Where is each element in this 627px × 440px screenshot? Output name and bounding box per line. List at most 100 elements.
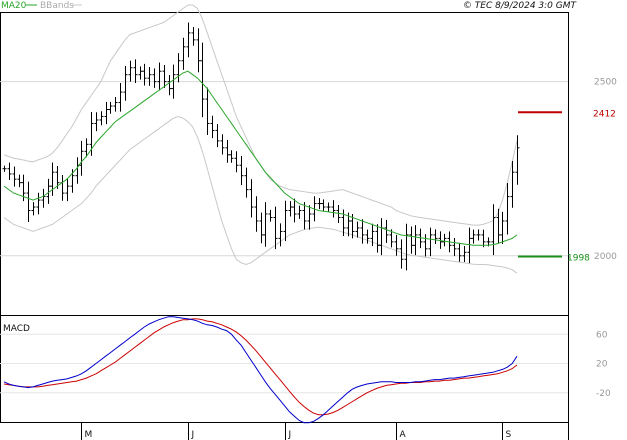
macd-tick-label: -20	[596, 389, 611, 399]
ohlc-bars	[2, 22, 520, 271]
ohlc-bar	[138, 66, 143, 80]
ohlc-bar	[196, 28, 201, 73]
ohlc-bar	[471, 229, 476, 244]
ohlc-bar	[249, 179, 254, 218]
ohlc-bar	[36, 192, 41, 215]
price-panel-border	[0, 12, 569, 316]
macd-lines	[3, 316, 518, 424]
ohlc-bar	[476, 229, 481, 241]
ohlc-bar	[505, 183, 510, 235]
ohlc-bar	[229, 150, 234, 163]
stock-chart: 2412 1998 2500 2000 60 20 -20 M J J A S MA20 BBa…	[0, 1, 617, 440]
price-tick-label: 2500	[594, 78, 617, 88]
ohlc-bar	[152, 68, 157, 88]
macd-signal-series	[3, 318, 518, 416]
ohlc-bar	[186, 22, 191, 58]
ohlc-bar	[254, 196, 259, 232]
ma20-series	[3, 70, 518, 246]
ohlc-bar	[491, 204, 496, 256]
ma20-legend-label: MA20	[1, 1, 27, 11]
ohlc-bar	[26, 181, 31, 223]
ohlc-bar	[7, 162, 12, 181]
ohlc-bar	[394, 234, 399, 256]
ohlc-bar	[239, 155, 244, 186]
ohlc-bar	[452, 238, 457, 257]
ohlc-bar	[409, 226, 414, 254]
ohlc-bar	[399, 239, 404, 269]
price-axis-labels: 2500 2000	[594, 78, 617, 262]
bbands-legend-label: BBands	[40, 1, 74, 11]
ohlc-bar	[118, 83, 123, 112]
ohlc-bar	[317, 197, 322, 210]
ohlc-bar	[481, 229, 486, 248]
ohlc-bar	[2, 165, 7, 172]
ohlc-bar	[128, 60, 133, 82]
macd-panel-border	[0, 315, 569, 423]
ohlc-bar	[457, 242, 462, 262]
ohlc-bar	[297, 205, 302, 219]
ohlc-bar	[273, 206, 278, 250]
ohlc-bar	[94, 112, 99, 132]
ohlc-bar	[423, 234, 428, 257]
support-label: 1998	[567, 253, 590, 263]
macd-tick-label: 20	[596, 360, 608, 370]
month-label: J	[288, 430, 292, 440]
ohlc-bar	[108, 101, 113, 114]
ohlc-bar	[75, 157, 80, 184]
price-gridlines	[0, 81, 568, 257]
ohlc-bar	[428, 227, 433, 257]
ohlc-bar	[220, 134, 225, 155]
ohlc-bar	[65, 178, 70, 202]
ohlc-bar	[321, 199, 326, 212]
ohlc-bar	[234, 151, 239, 173]
ohlc-bar	[79, 140, 84, 176]
ohlc-bar	[104, 101, 109, 125]
ohlc-bar	[462, 246, 467, 263]
ohlc-bar	[307, 205, 312, 230]
month-label: S	[506, 430, 512, 440]
ohlc-bar	[157, 62, 162, 91]
ohlc-bar	[191, 26, 196, 46]
ohlc-bar	[60, 174, 65, 201]
resistance-label: 2412	[593, 109, 616, 119]
ohlc-bar	[133, 59, 138, 84]
month-label: M	[85, 430, 93, 440]
ohlc-bar	[123, 65, 128, 101]
time-axis-months: MJJAS	[81, 422, 512, 440]
ohlc-bar	[181, 37, 186, 70]
price-tick-label: 2000	[594, 252, 617, 262]
ohlc-bar	[375, 224, 380, 253]
ohlc-bar	[210, 115, 215, 139]
month-label: J	[191, 430, 195, 440]
ohlc-bar	[113, 96, 118, 112]
ohlc-bar	[215, 124, 220, 148]
ohlc-bar	[268, 209, 273, 222]
macd-label: MACD	[3, 324, 30, 334]
ohlc-bar	[31, 202, 36, 216]
bband-upper	[3, 4, 518, 226]
ohlc-bar	[244, 167, 249, 198]
support-resistance-levels: 2412 1998	[518, 109, 616, 263]
ohlc-bar	[404, 223, 409, 271]
month-label: A	[400, 430, 407, 440]
ohlc-bar	[259, 212, 264, 244]
ohlc-bar	[99, 111, 104, 126]
ohlc-bar	[500, 211, 505, 244]
ohlc-bar	[17, 174, 22, 188]
ohlc-bar	[142, 63, 147, 86]
ohlc-bar	[379, 218, 384, 256]
ohlc-bar	[355, 221, 360, 238]
ohlc-bar	[360, 219, 365, 244]
ohlc-bar	[365, 229, 370, 244]
macd-axis-labels: 60 20 -20	[596, 330, 611, 398]
ohlc-bar	[442, 233, 447, 247]
macd-series	[3, 316, 518, 424]
ohlc-bar	[384, 219, 389, 243]
ohlc-bar	[200, 42, 205, 118]
bband-lower	[3, 115, 518, 274]
ohlc-bar	[147, 67, 152, 86]
ohlc-bar	[12, 166, 17, 187]
ohlc-bar	[162, 64, 167, 88]
ohlc-bar	[205, 87, 210, 135]
copyright-text: © TEC 8/9/2024 3:0 GMT	[463, 1, 578, 11]
